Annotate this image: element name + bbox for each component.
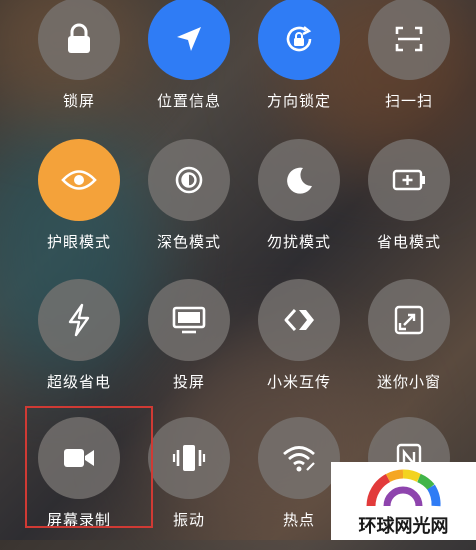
rotation-lock-button[interactable] <box>258 0 340 80</box>
tile-label: 省电模式 <box>376 233 441 251</box>
toggle-do-not-disturb[interactable]: 勿扰模式 <box>244 139 354 252</box>
tile-label: 扫一扫 <box>384 92 433 110</box>
vibrate-button[interactable] <box>148 417 230 499</box>
toggle-rotation-lock[interactable]: 方向锁定 <box>244 0 354 111</box>
scan-button[interactable] <box>368 0 450 80</box>
location-button[interactable] <box>148 0 230 80</box>
toggle-eye-care[interactable]: 护眼模式 <box>24 139 134 252</box>
mi-share-icon <box>284 308 314 332</box>
vibrate-icon <box>172 445 206 471</box>
lock-screen-button[interactable] <box>38 0 120 80</box>
cast-screen-icon <box>172 306 206 334</box>
hotspot-icon <box>283 446 315 472</box>
dark-mode-button[interactable] <box>148 139 230 221</box>
toggle-location[interactable]: 位置信息 <box>134 0 244 111</box>
eye-icon <box>61 170 97 190</box>
toggle-battery-saver[interactable]: 省电模式 <box>354 139 464 252</box>
highlight-box <box>25 406 153 528</box>
tile-label: 护眼模式 <box>46 233 111 251</box>
mini-window-icon <box>394 305 424 335</box>
tile-label: 投屏 <box>172 373 205 391</box>
watermark: 环球网光网 <box>331 462 476 540</box>
tile-label: 方向锁定 <box>266 92 331 110</box>
hotspot-button[interactable] <box>258 417 340 499</box>
scan-icon <box>395 26 423 52</box>
toggle-dark-mode[interactable]: 深色模式 <box>134 139 244 252</box>
battery-saver-button[interactable] <box>368 139 450 221</box>
lightning-icon <box>68 303 90 337</box>
toggle-screen-cast[interactable]: 投屏 <box>134 279 244 392</box>
location-arrow-icon <box>177 27 201 51</box>
moon-icon <box>287 167 312 194</box>
toggle-mini-window[interactable]: 迷你小窗 <box>354 279 464 392</box>
toggle-ultra-battery-saver[interactable]: 超级省电 <box>24 279 134 392</box>
mi-share-button[interactable] <box>258 279 340 361</box>
tile-label: 深色模式 <box>156 233 221 251</box>
ultra-battery-saver-button[interactable] <box>38 279 120 361</box>
battery-saver-icon <box>392 169 425 191</box>
colorful-arc-logo <box>366 469 441 507</box>
watermark-text: 环球网光网 <box>358 516 449 537</box>
tile-label: 勿扰模式 <box>266 233 331 251</box>
eye-care-button[interactable] <box>38 139 120 221</box>
toggle-scan[interactable]: 扫一扫 <box>354 0 464 111</box>
tile-label: 超级省电 <box>46 373 111 391</box>
rotation-lock-icon <box>286 26 312 52</box>
toggle-lock-screen[interactable]: 锁屏 <box>24 0 134 111</box>
mini-window-button[interactable] <box>368 279 450 361</box>
lock-icon <box>68 23 90 53</box>
dark-mode-icon <box>175 166 203 194</box>
tile-label: 迷你小窗 <box>376 373 441 391</box>
toggle-mi-share[interactable]: 小米互传 <box>244 279 354 392</box>
tile-label: 位置信息 <box>156 92 221 110</box>
tile-label: 小米互传 <box>266 373 331 391</box>
do-not-disturb-button[interactable] <box>258 139 340 221</box>
screen-cast-button[interactable] <box>148 279 230 361</box>
tile-label: 锁屏 <box>62 92 95 110</box>
